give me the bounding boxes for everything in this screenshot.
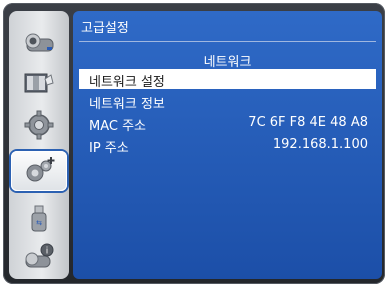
menu-item-label: 네트워크 설정 bbox=[89, 75, 165, 90]
mac-address-value: 7C 6F F8 4E 48 A8 bbox=[248, 115, 368, 130]
svg-text:⇆: ⇆ bbox=[36, 219, 42, 227]
sidebar-item-settings[interactable] bbox=[11, 105, 67, 145]
sidebar-item-display-setting[interactable] bbox=[11, 63, 67, 103]
display-setting-icon bbox=[24, 73, 54, 93]
menu-item-label: IP 주소 bbox=[89, 141, 129, 156]
sidebar-item-advanced-settings[interactable] bbox=[11, 151, 67, 191]
settings-gear-icon bbox=[24, 110, 54, 140]
projector-osd-window: ⇆ i 고급설정 네트워크 네트워크 설정 네트워크 정보 MAC 주소 7C … bbox=[3, 3, 385, 284]
menu-panel: 고급설정 네트워크 네트워크 설정 네트워크 정보 MAC 주소 7C 6F F… bbox=[73, 11, 382, 279]
menu-item-label: MAC 주소 bbox=[89, 119, 147, 134]
sidebar-item-information[interactable]: i bbox=[11, 237, 67, 277]
menu-title: 고급설정 bbox=[81, 21, 129, 36]
svg-text:i: i bbox=[46, 247, 49, 257]
information-icon: i bbox=[25, 243, 54, 268]
menu-item-ip-address: IP 주소 192.168.1.100 bbox=[79, 135, 376, 156]
menu-item-network-info[interactable]: 네트워크 정보 bbox=[79, 91, 376, 112]
picture-adjust-icon bbox=[25, 33, 54, 52]
menu-item-network-setting[interactable]: 네트워크 설정 bbox=[79, 69, 376, 90]
title-divider bbox=[79, 41, 376, 42]
ip-address-value: 192.168.1.100 bbox=[272, 137, 368, 152]
usb-icon: ⇆ bbox=[31, 205, 47, 232]
menu-item-label: 네트워크 정보 bbox=[89, 97, 165, 112]
menu-item-mac-address: MAC 주소 7C 6F F8 4E 48 A8 bbox=[79, 113, 376, 134]
sidebar-item-picture-adjust[interactable] bbox=[11, 21, 67, 61]
advanced-settings-icon bbox=[26, 157, 55, 182]
sidebar-item-usb[interactable]: ⇆ bbox=[11, 199, 67, 239]
sidebar: ⇆ i bbox=[9, 11, 69, 279]
menu-subtitle: 네트워크 bbox=[203, 55, 252, 70]
